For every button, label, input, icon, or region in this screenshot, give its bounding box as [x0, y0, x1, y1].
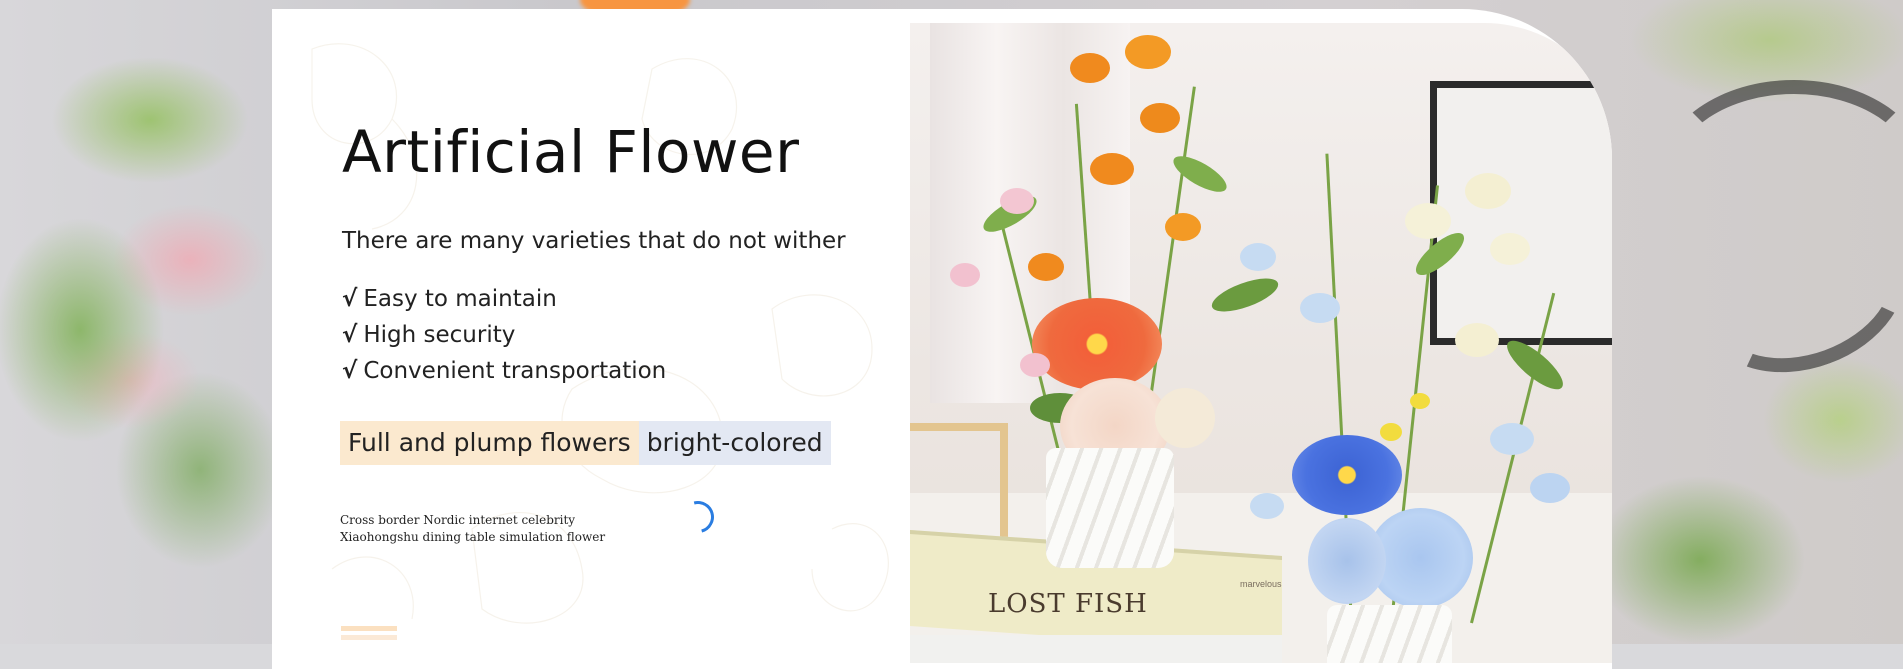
caption-line: Cross border Nordic internet celebrity — [340, 513, 576, 527]
check-mark-icon: √ — [342, 358, 358, 384]
orange-flower — [1165, 213, 1201, 241]
orange-flower — [1125, 35, 1171, 69]
coral-cosmos-flower — [1032, 298, 1162, 390]
orange-flower — [1140, 103, 1180, 133]
cream-lily — [1405, 203, 1451, 239]
light-blue-flower — [1240, 243, 1276, 271]
light-blue-flower — [1490, 423, 1534, 455]
book — [910, 635, 1282, 663]
feature-label: High security — [363, 322, 516, 348]
feature-item: √ Easy to maintain — [342, 281, 666, 317]
cream-lily — [1455, 323, 1499, 357]
light-blue-flower — [1250, 493, 1284, 519]
yellow-bud — [1410, 393, 1430, 409]
tag-row: Full and plump flowers bright-colored — [340, 421, 831, 465]
blue-carnation — [1308, 518, 1386, 604]
feature-item: √ Convenient transportation — [342, 353, 666, 389]
orange-flower — [1070, 53, 1110, 83]
cream-rose — [1155, 388, 1215, 448]
light-blue-flower — [1530, 473, 1570, 503]
book-small-text: marvelous — [1240, 579, 1282, 589]
tag-full-plump: Full and plump flowers — [340, 421, 639, 465]
pink-flower — [950, 263, 980, 287]
check-mark-icon: √ — [342, 286, 358, 312]
accent-bar — [341, 626, 397, 631]
white-ceramic-vase — [1327, 605, 1452, 663]
banner-title: Artificial Flower — [342, 118, 800, 186]
orange-flower — [1090, 153, 1134, 185]
feature-label: Easy to maintain — [363, 286, 557, 312]
cream-lily — [1465, 173, 1511, 209]
light-blue-flower — [1300, 293, 1340, 323]
cream-lily — [1490, 233, 1530, 265]
feature-label: Convenient transportation — [363, 358, 667, 384]
pink-flower — [1020, 353, 1050, 377]
banner-card: Artificial Flower There are many varieti… — [272, 9, 1612, 669]
white-ceramic-vase — [1046, 448, 1174, 568]
banner-subtitle: There are many varieties that do not wit… — [342, 228, 846, 254]
feature-list: √ Easy to maintain √ High security √ Conven… — [342, 281, 666, 389]
book-title: LOST FISH — [988, 589, 1148, 619]
caption-line: Xiaohongshu dining table simulation flow… — [340, 530, 606, 544]
orange-flower — [1028, 253, 1064, 281]
accent-bar — [341, 635, 397, 640]
pink-flower — [1000, 188, 1034, 214]
leaf — [1208, 271, 1282, 319]
blue-cosmos-flower — [1292, 435, 1402, 515]
tag-bright-colored: bright-colored — [638, 421, 831, 465]
product-caption: Cross border Nordic internet celebrity X… — [340, 512, 605, 546]
yellow-bud — [1380, 423, 1402, 441]
check-mark-icon: √ — [342, 322, 358, 348]
feature-item: √ High security — [342, 317, 666, 353]
picture-frame — [1430, 81, 1612, 345]
product-photo: LOST FISH marvelous — [910, 23, 1612, 663]
